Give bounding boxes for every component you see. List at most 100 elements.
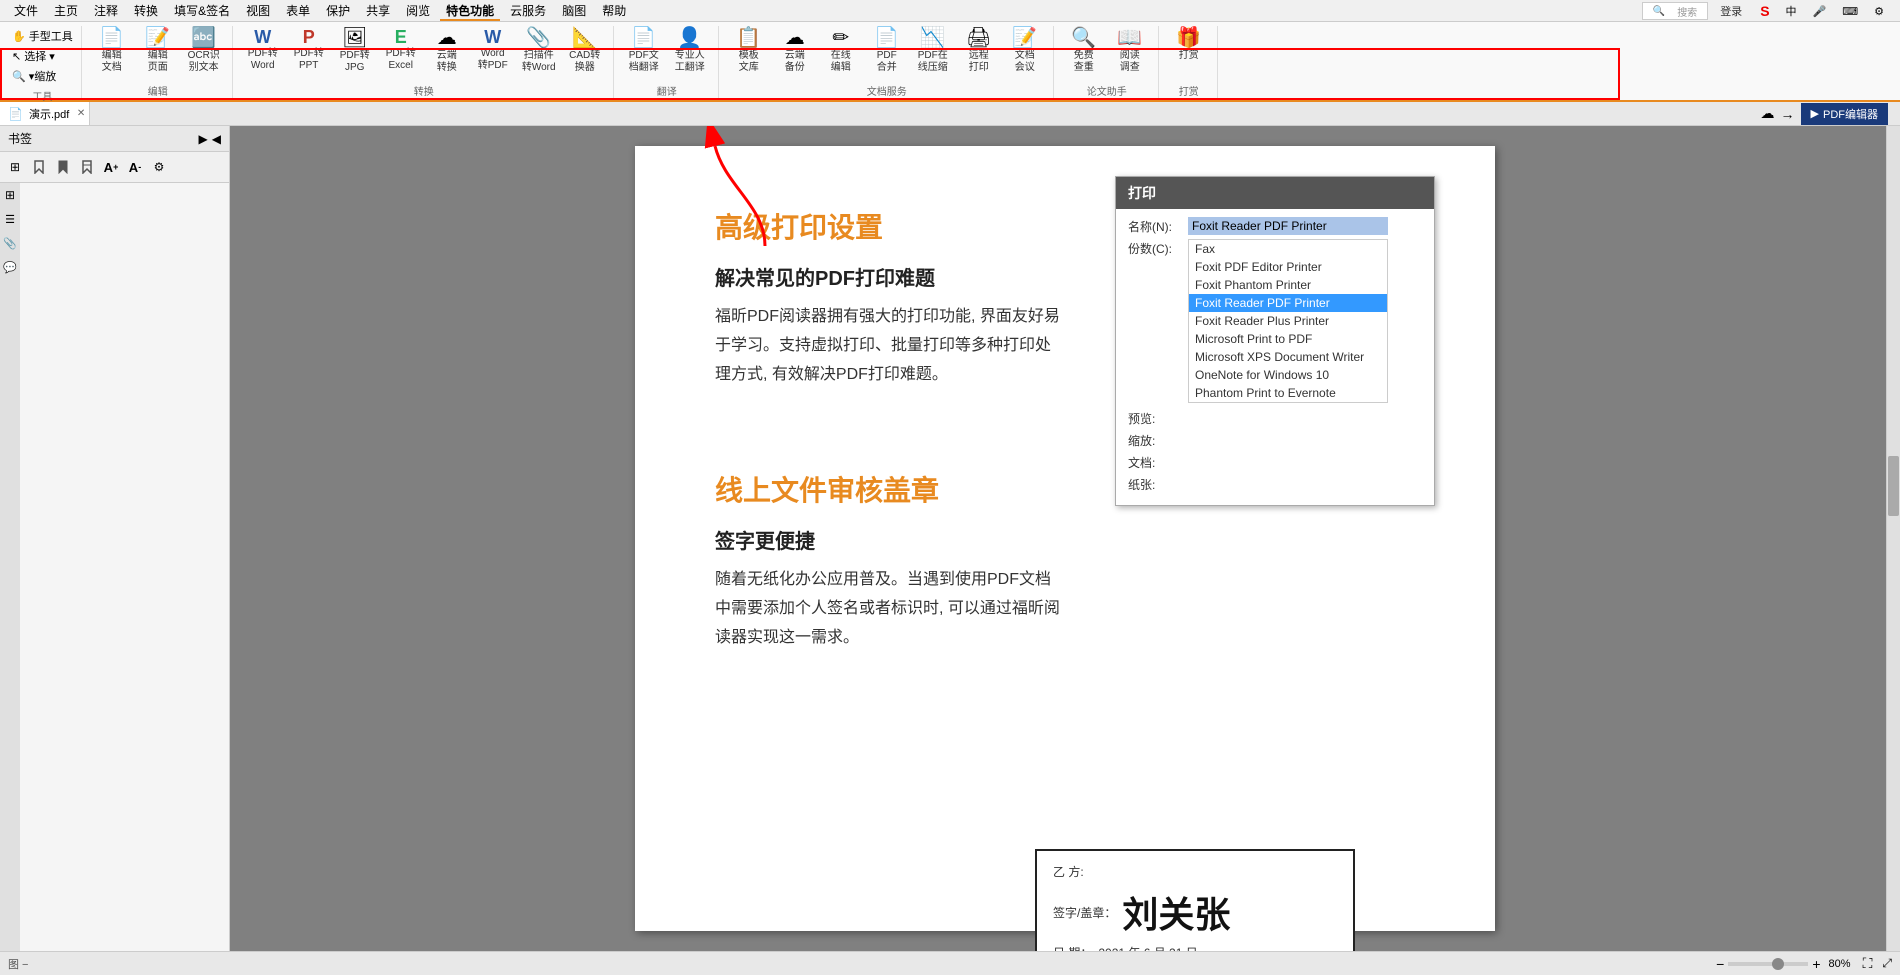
doc-tab-name: 演示.pdf — [29, 106, 69, 122]
doc-tab-close[interactable]: ✕ — [77, 108, 85, 119]
reward-icon: 🎁 — [1176, 28, 1201, 48]
chinese-icon: 中 — [1780, 1, 1803, 21]
pdf-ppt-icon: P — [303, 28, 315, 46]
scrollbar-thumb[interactable] — [1888, 456, 1899, 516]
printer-phantom-evernote[interactable]: Phantom Print to Evernote — [1189, 384, 1387, 402]
cad-converter-btn[interactable]: 📐 CAD转换器 — [563, 26, 607, 76]
template-btn[interactable]: 📋 模板文库 — [727, 26, 771, 76]
menu-special[interactable]: 特色功能 — [440, 0, 500, 21]
pdf-word-icon: W — [254, 28, 271, 46]
read-survey-icon: 📖 — [1117, 28, 1142, 48]
read-survey-btn[interactable]: 📖 阅读调查 — [1108, 26, 1152, 76]
menu-fillsign[interactable]: 填写&签名 — [168, 0, 236, 21]
printer-foxit-editor[interactable]: Foxit PDF Editor Printer — [1189, 258, 1387, 276]
menu-help[interactable]: 帮助 — [596, 0, 632, 21]
menu-file[interactable]: 文件 — [8, 0, 44, 21]
select-tool[interactable]: ↖ 选择 ▾ — [8, 46, 77, 66]
sidebar-icons: ⊞ ☰ 📎 💬 — [0, 183, 20, 951]
printer-fax[interactable]: Fax — [1189, 240, 1387, 258]
sidebar-icon-3[interactable]: 📎 — [2, 235, 18, 251]
printer-ms-xps[interactable]: Microsoft XPS Document Writer — [1189, 348, 1387, 366]
doc-tab[interactable]: 📄 演示.pdf ✕ — [0, 102, 90, 125]
pro-translate-btn[interactable]: 👤 专业人工翻译 — [668, 26, 712, 76]
search-icon: 🔍 — [1647, 4, 1671, 19]
sidebar-tool-settings[interactable]: ⚙ — [148, 156, 170, 178]
ocr-btn[interactable]: 🔤 OCR识别文本 — [182, 26, 226, 76]
menu-share[interactable]: 共享 — [360, 0, 396, 21]
top-right-section: 🔍 搜索 登录 S 中 🎤 ⌨ ⚙ — [1642, 0, 1890, 22]
sidebar-expand-icon[interactable]: ▶ — [199, 132, 208, 146]
menu-view2[interactable]: 阅览 — [400, 0, 436, 21]
pdf-merge-label: PDF合并 — [877, 50, 897, 74]
print-paper-row: 纸张: — [1128, 475, 1422, 493]
edit-page-btn[interactable]: 📝 编辑页面 — [136, 26, 180, 76]
reward-btn[interactable]: 🎁 打赏 — [1167, 26, 1211, 64]
pdf-to-ppt-btn[interactable]: P PDF转PPT — [287, 26, 331, 74]
convert-pdf-btn[interactable]: ☁ 云端转换 — [425, 26, 469, 76]
section1-body: 福昕PDF阅读器拥有强大的打印功能, 界面友好易于学习。支持虚拟打印、批量打印等… — [715, 303, 1065, 389]
print-name-input[interactable] — [1188, 217, 1388, 235]
sidebar-close-icon[interactable]: ◀ — [212, 132, 221, 146]
printer-foxit-plus[interactable]: Foxit Reader Plus Printer — [1189, 312, 1387, 330]
edit-doc-btn[interactable]: 📄 编辑文档 — [90, 26, 134, 76]
sidebar-tool-bookmark2[interactable] — [52, 156, 74, 178]
pdf-area: 高级打印设置 解决常见的PDF打印难题 福昕PDF阅读器拥有强大的打印功能, 界… — [230, 126, 1900, 951]
search-box[interactable]: 🔍 搜索 — [1642, 2, 1708, 20]
pdf-translate-btn[interactable]: 📄 PDF文档翻译 — [622, 26, 666, 76]
fullscreen-icon[interactable]: ⤢ — [1882, 956, 1892, 971]
hand-tool[interactable]: ✋ 手型工具 — [8, 26, 77, 46]
cloud-backup-btn[interactable]: ☁ 云端备份 — [773, 26, 817, 76]
word-to-pdf-btn[interactable]: W Word转PDF — [471, 26, 515, 74]
doc-meeting-btn[interactable]: 📝 文档会议 — [1003, 26, 1047, 76]
menu-protect[interactable]: 保护 — [320, 0, 356, 21]
pdf-editor-btn[interactable]: ▶ PDF编辑器 — [1801, 103, 1888, 125]
sig-date-value: 2021 年 6 月 21 日 — [1098, 944, 1197, 951]
pdf-to-word-btn[interactable]: W PDF转Word — [241, 26, 285, 74]
printer-foxit-reader[interactable]: Foxit Reader PDF Printer — [1189, 294, 1387, 312]
login-button[interactable]: 登录 — [1714, 1, 1748, 21]
zoom-plus-btn[interactable]: + — [1812, 956, 1820, 972]
menu-convert[interactable]: 转换 — [128, 0, 164, 21]
menu-form[interactable]: 表单 — [280, 0, 316, 21]
remote-print-btn[interactable]: 🖨 远程打印 — [957, 26, 1001, 76]
fit-icon[interactable]: ⛶ — [1863, 955, 1873, 972]
pdf-excel-label: PDF转Excel — [386, 48, 416, 72]
zoom-minus-btn[interactable]: − — [1716, 956, 1724, 972]
printer-foxit-phantom[interactable]: Foxit Phantom Printer — [1189, 276, 1387, 294]
menu-mindmap[interactable]: 脑图 — [556, 0, 592, 21]
menu-cloud[interactable]: 云服务 — [504, 0, 552, 21]
pdf-merge-btn[interactable]: 📄 PDF合并 — [865, 26, 909, 76]
zoom-slider[interactable] — [1728, 962, 1808, 966]
sidebar-tool-font-up[interactable]: A+ — [100, 156, 122, 178]
pdf-to-jpg-btn[interactable]: 🖼 PDF转JPG — [333, 26, 377, 76]
printer-ms-pdf[interactable]: Microsoft Print to PDF — [1189, 330, 1387, 348]
pdf-page: 高级打印设置 解决常见的PDF打印难题 福昕PDF阅读器拥有强大的打印功能, 界… — [635, 146, 1495, 931]
edit-doc-label: 编辑文档 — [102, 50, 122, 74]
pro-translate-label: 专业人工翻译 — [675, 50, 705, 74]
pdf-compress-btn[interactable]: 📉 PDF在线压缩 — [911, 26, 955, 76]
sidebar-tool-bookmark3[interactable] — [76, 156, 98, 178]
menu-comment[interactable]: 注释 — [88, 0, 124, 21]
zoom-thumb[interactable] — [1772, 958, 1784, 970]
menu-view[interactable]: 视图 — [240, 0, 276, 21]
zoom-tool[interactable]: 🔍 ▾缩放 — [8, 66, 77, 86]
pdf-to-excel-btn[interactable]: E PDF转Excel — [379, 26, 423, 74]
translate-group-items: 📄 PDF文档翻译 👤 专业人工翻译 — [622, 26, 712, 81]
free-check-icon: 🔍 — [1071, 28, 1096, 48]
printer-onenote[interactable]: OneNote for Windows 10 — [1189, 366, 1387, 384]
sidebar-tool-font-down[interactable]: A- — [124, 156, 146, 178]
scan-to-word-btn[interactable]: 📎 扫描件转Word — [517, 26, 561, 76]
sidebar-title: 书签 — [8, 130, 32, 147]
scrollbar-vertical[interactable] — [1886, 126, 1900, 951]
sidebar-icon-2[interactable]: ☰ — [2, 211, 18, 227]
sidebar-tool-add[interactable]: ⊞ — [4, 156, 26, 178]
translate-group: 📄 PDF文档翻译 👤 专业人工翻译 翻译 — [616, 26, 719, 98]
sidebar-icon-1[interactable]: ⊞ — [2, 187, 18, 203]
doc-services-group: 📋 模板文库 ☁ 云端备份 ✏ 在线编辑 📄 PDF合并 📉 PDF在 — [721, 26, 1054, 98]
menu-home[interactable]: 主页 — [48, 0, 84, 21]
online-edit-btn[interactable]: ✏ 在线编辑 — [819, 26, 863, 76]
sidebar-tool-bookmark1[interactable] — [28, 156, 50, 178]
sidebar-icon-4[interactable]: 💬 — [2, 259, 18, 275]
free-check-btn[interactable]: 🔍 免费查重 — [1062, 26, 1106, 76]
pdf-compress-label: PDF在线压缩 — [918, 50, 948, 74]
